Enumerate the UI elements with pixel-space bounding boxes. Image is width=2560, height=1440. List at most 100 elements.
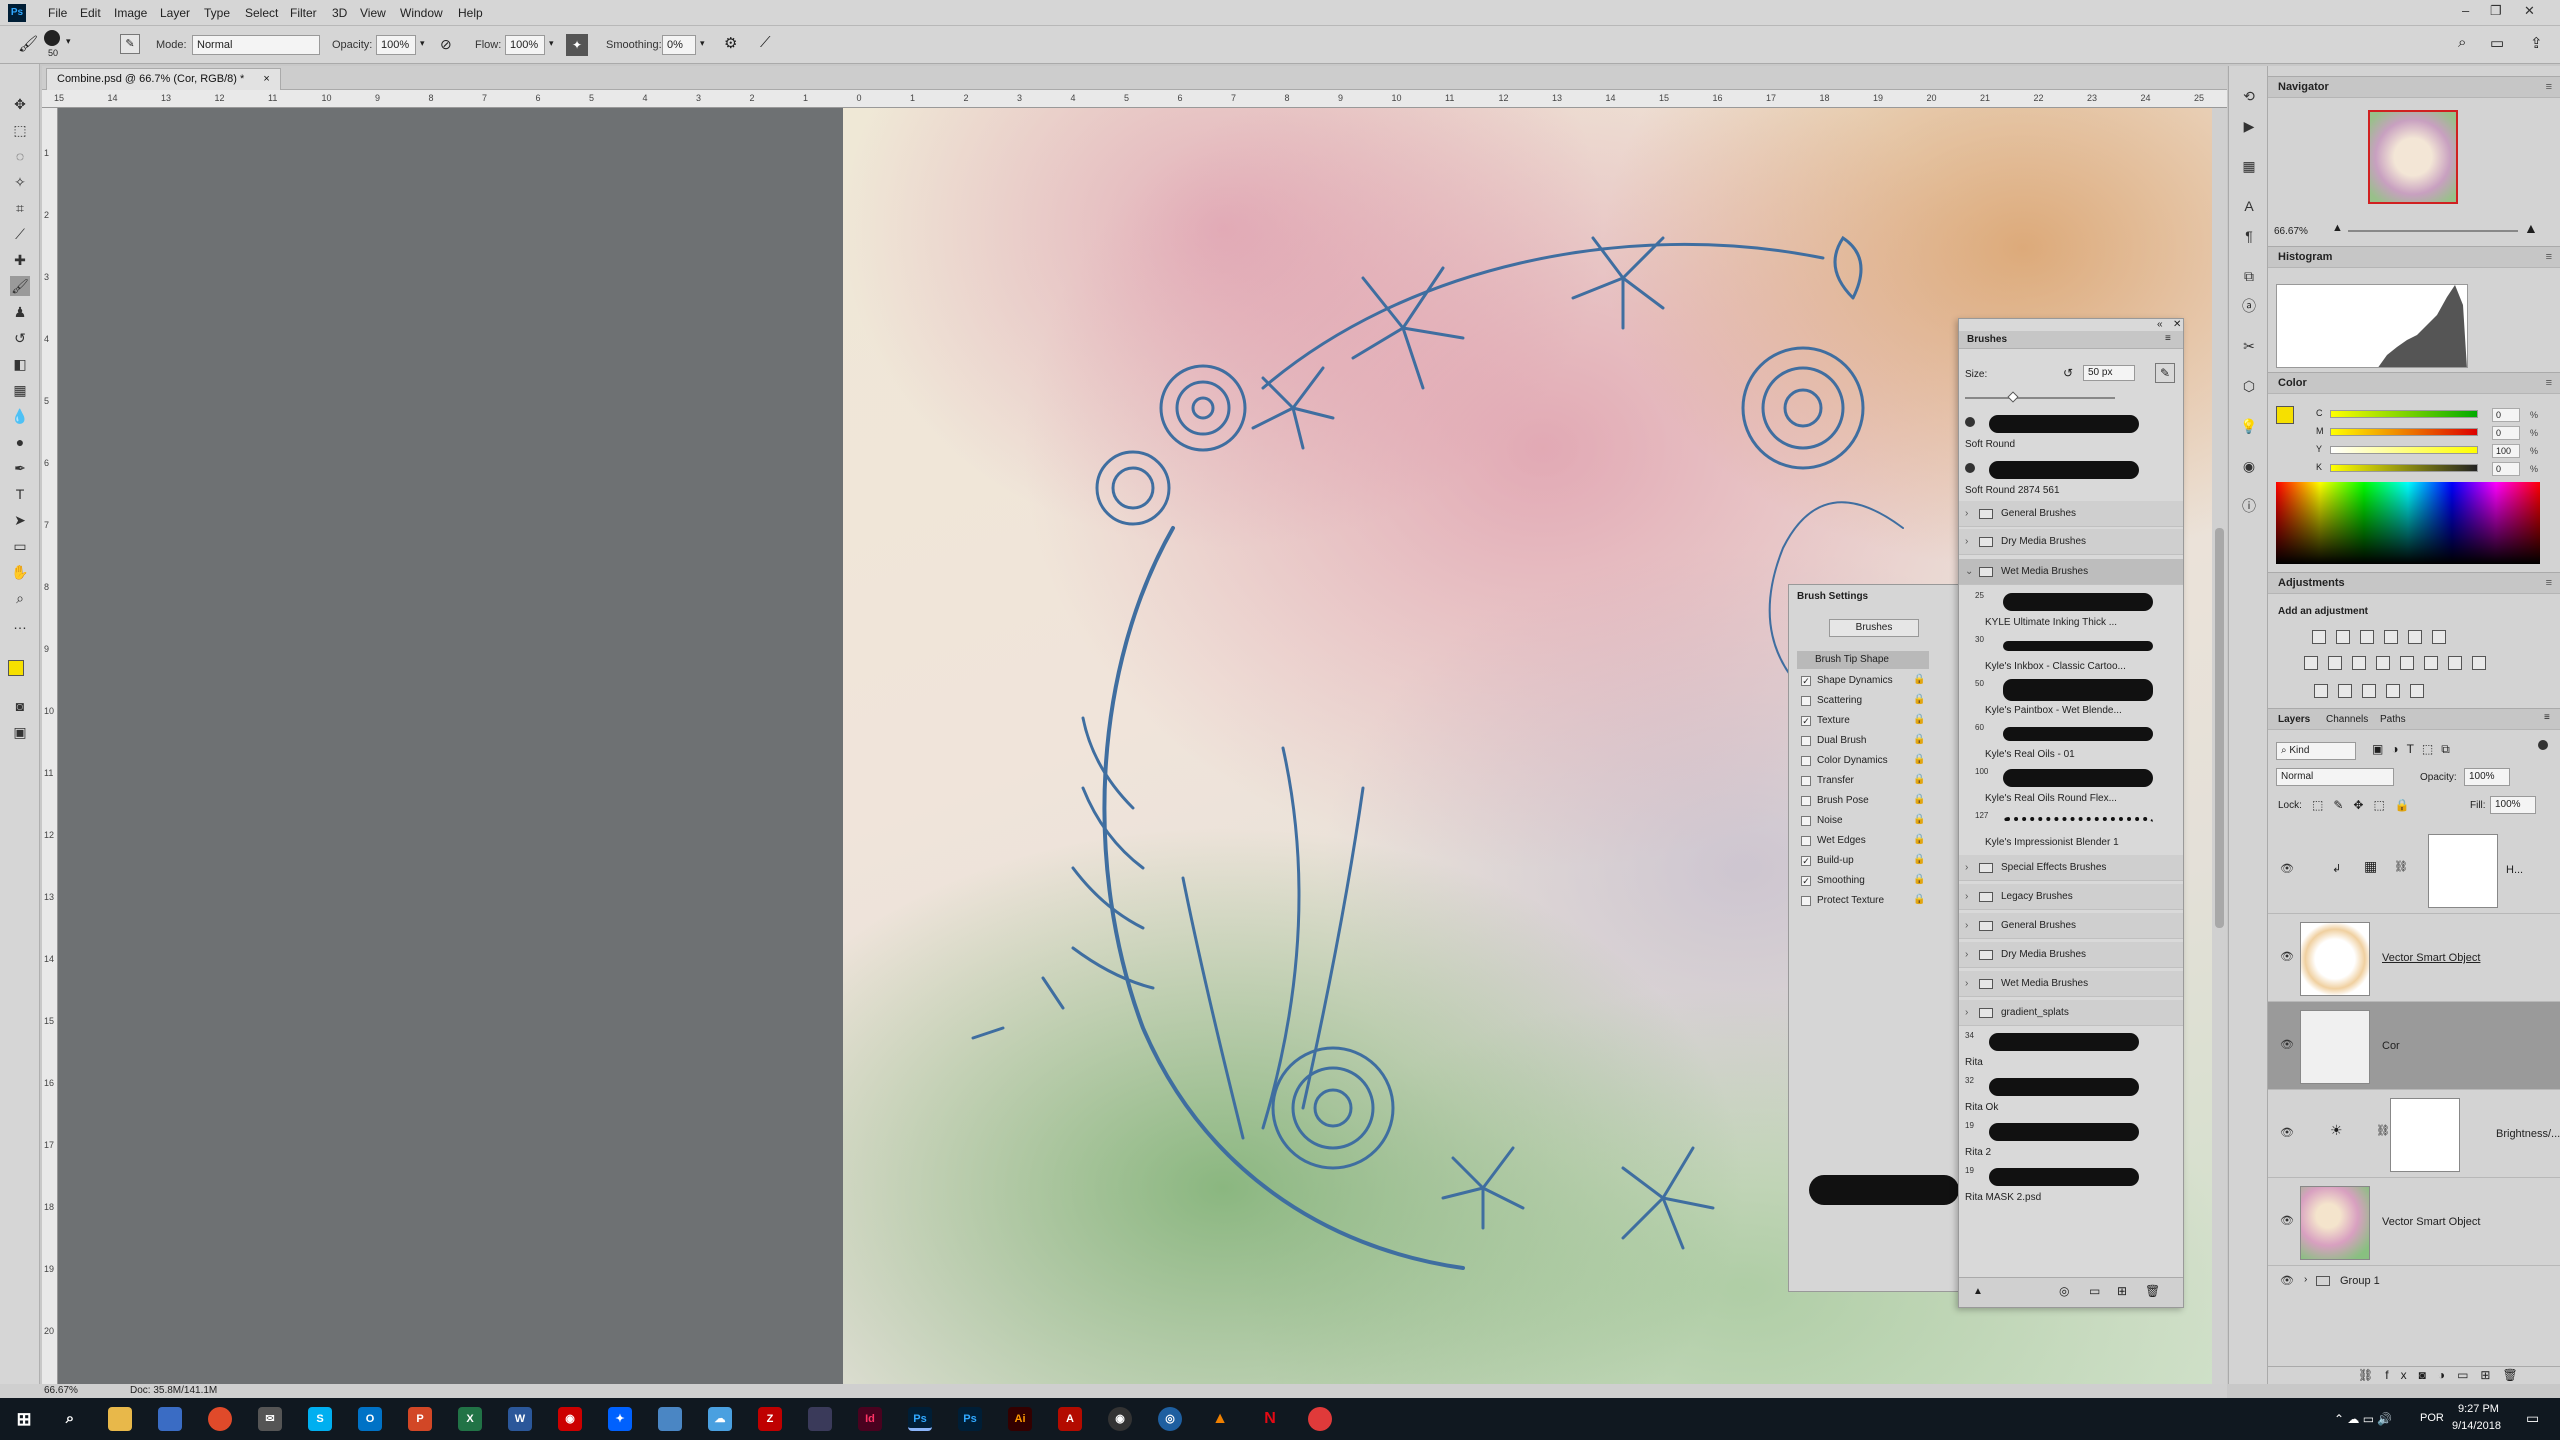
dodge-tool-icon[interactable]: ● [10, 432, 30, 452]
lock-icon[interactable]: 🔒 [1913, 814, 1925, 825]
gradient-tool-icon[interactable]: ▦ [10, 380, 30, 400]
checkbox[interactable] [1801, 756, 1811, 766]
lock-icon[interactable]: 🔒 [1913, 714, 1925, 725]
adjustment-icon[interactable] [2386, 684, 2400, 698]
brush-preset[interactable]: 25 KYLE Ultimate Inking Thick ... [1959, 589, 2183, 633]
eye-icon[interactable]: 👁 [2280, 1126, 2294, 1139]
lock-icons[interactable]: ⬚✎✥⬚🔒 [2312, 798, 2420, 812]
adjustment-icon[interactable] [2352, 656, 2366, 670]
eye-icon[interactable]: 👁 [2280, 950, 2294, 963]
start-icon[interactable]: ⊞ [12, 1407, 36, 1431]
hand-tool-icon[interactable]: ✋ [10, 562, 30, 582]
mode-select[interactable]: Normal [192, 35, 320, 55]
lock-icon[interactable]: 🔒 [1913, 794, 1925, 805]
color-channel-slider[interactable] [2330, 446, 2478, 454]
panel-menu-icon[interactable]: ≡ [2165, 333, 2171, 344]
minimize-icon[interactable]: – [2462, 3, 2469, 18]
app-icon[interactable]: ◎ [1158, 1407, 1182, 1431]
lock-icon[interactable]: 🔒 [1913, 694, 1925, 705]
history-brush-tool-icon[interactable]: ↺ [10, 328, 30, 348]
adjustment-icon[interactable] [2376, 656, 2390, 670]
tab-channels[interactable]: Channels [2326, 714, 2368, 725]
brushes-button[interactable]: Brushes [1829, 619, 1919, 637]
brush-option-row[interactable]: Color Dynamics 🔒 [1789, 751, 1961, 771]
screen-mode-icon[interactable]: ▣ [10, 722, 30, 742]
vertical-scrollbar[interactable] [2212, 108, 2227, 1384]
brush-size-field[interactable]: 50 px [2083, 365, 2135, 381]
new-brush-icon[interactable]: ⊞ [2117, 1284, 2127, 1298]
navigator-zoom-slider[interactable] [2348, 230, 2518, 232]
smoothing-field[interactable]: 0% [662, 35, 696, 55]
brush-preset[interactable]: Soft Round [1959, 411, 2183, 455]
opacity-field[interactable]: 100% [376, 35, 416, 55]
brush-option-row[interactable]: Wet Edges 🔒 [1789, 831, 1961, 851]
blur-tool-icon[interactable]: 💧 [10, 406, 30, 426]
adjustment-icon[interactable] [2410, 684, 2424, 698]
quick-select-tool-icon[interactable]: ✧ [10, 172, 30, 192]
adjustment-icon[interactable] [2432, 630, 2446, 644]
brush-option-row[interactable]: Transfer 🔒 [1789, 771, 1961, 791]
checkbox[interactable]: ✓ [1801, 856, 1811, 866]
lock-icon[interactable]: 🔒 [1913, 754, 1925, 765]
adjustment-icon[interactable] [2424, 656, 2438, 670]
brush-preset[interactable]: 127 Kyle's Impressionist Blender 1 [1959, 809, 2183, 853]
layer-thumbnail[interactable] [2300, 922, 2370, 996]
menu-help[interactable]: Help [458, 6, 483, 20]
layer-row[interactable]: 👁 ↲ ▦ ⛓ H... [2268, 826, 2560, 914]
pressure-opacity-icon[interactable]: ⊘ [440, 36, 452, 53]
layer-row[interactable]: 👁 ☀ ⛓ Brightness/... [2268, 1090, 2560, 1178]
brush-group-general[interactable]: › General Brushes [1959, 501, 2183, 527]
powerpoint-icon[interactable]: P [408, 1407, 432, 1431]
paragraph-icon[interactable]: ¶ [2239, 226, 2259, 246]
lock-icon[interactable]: 🔒 [1913, 874, 1925, 885]
stamp-tool-icon[interactable]: ♟ [10, 302, 30, 322]
checkbox[interactable]: ✓ [1801, 716, 1811, 726]
navigator-zoom[interactable]: 66.67% [2274, 226, 2308, 237]
chevron-down-icon[interactable]: ▾ [700, 38, 705, 49]
chevron-right-icon[interactable]: › [2304, 1274, 2307, 1285]
menu-image[interactable]: Image [114, 6, 147, 20]
color-channel-slider[interactable] [2330, 428, 2478, 436]
checkbox[interactable] [1801, 736, 1811, 746]
lasso-tool-icon[interactable]: ◌ [10, 146, 30, 166]
color-channel-slider[interactable] [2330, 410, 2478, 418]
adjustment-icon[interactable] [2448, 656, 2462, 670]
color-channel-value[interactable]: 0 [2492, 426, 2520, 440]
adjustment-icon[interactable] [2400, 656, 2414, 670]
layer-filter-kind[interactable]: ⌕ Kind [2276, 742, 2356, 760]
chevron-down-icon[interactable]: ▾ [549, 38, 554, 49]
close-icon[interactable]: ✕ [2524, 3, 2535, 19]
timeline-icon[interactable]: 💡 [2239, 416, 2259, 436]
app-icon[interactable] [808, 1407, 832, 1431]
notifications-icon[interactable]: ▭ [2526, 1410, 2539, 1427]
search-icon[interactable]: ⌕ [2458, 34, 2466, 51]
layer-actions-icons[interactable]: ⛓fx◙◑▭⊞🗑 [2358, 1368, 2530, 1382]
media-icon[interactable]: ◉ [558, 1407, 582, 1431]
new-group-icon[interactable]: ▭ [2089, 1284, 2100, 1298]
photoshop-2-icon[interactable]: Ps [958, 1407, 982, 1431]
checkbox[interactable] [1801, 776, 1811, 786]
collapse-icon[interactable]: « [2157, 319, 2163, 330]
zoom-out-icon[interactable]: ▲ [2332, 222, 2343, 234]
adjustment-icon[interactable] [2338, 684, 2352, 698]
glyphs-icon[interactable]: ⓐ [2239, 296, 2259, 316]
layer-filter-icons[interactable]: ▣◑T⬚⧉ [2372, 742, 2458, 757]
layer-mask-thumbnail[interactable] [2428, 834, 2498, 908]
brush-group-dry[interactable]: › Dry Media Brushes [1959, 529, 2183, 555]
3d-icon[interactable]: ⬡ [2239, 376, 2259, 396]
tray-icons[interactable]: ⌃ ☁ ▭ 🔊 [2334, 1412, 2392, 1426]
keyboard-language[interactable]: POR [2420, 1412, 2444, 1424]
layer-opacity-field[interactable]: 100% [2464, 768, 2510, 786]
clock-time[interactable]: 9:27 PM [2458, 1403, 2499, 1415]
move-tool-icon[interactable]: ✥ [10, 94, 30, 114]
layer-row[interactable]: 👁 Vector Smart Object [2268, 914, 2560, 1002]
app-icon[interactable]: ◉ [1108, 1407, 1132, 1431]
adjustment-icon[interactable] [2472, 656, 2486, 670]
adjustment-icon[interactable] [2312, 630, 2326, 644]
menu-type[interactable]: Type [204, 6, 230, 20]
close-icon[interactable]: ✕ [2173, 319, 2181, 330]
brush-option-row[interactable]: Scattering 🔒 [1789, 691, 1961, 711]
tab-paths[interactable]: Paths [2380, 714, 2406, 725]
panel-menu-icon[interactable]: ≡ [2546, 77, 2552, 97]
adjustment-icon[interactable] [2328, 656, 2342, 670]
